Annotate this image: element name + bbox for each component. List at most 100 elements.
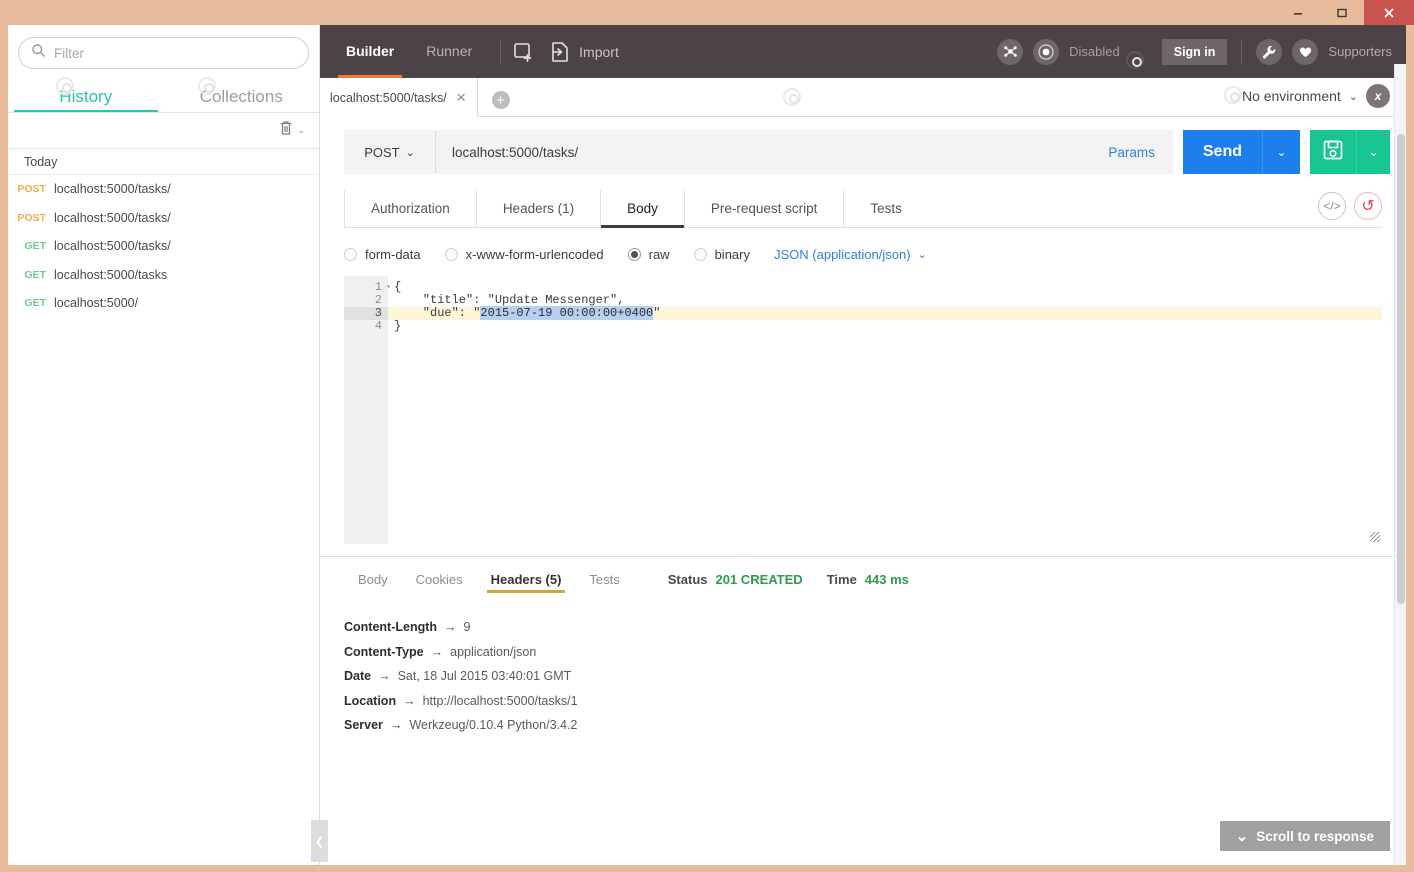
send-button[interactable]: Send	[1183, 143, 1262, 161]
supporters-label[interactable]: Supporters	[1328, 44, 1392, 59]
history-item[interactable]: POST localhost:5000/tasks/	[8, 204, 319, 233]
radio-icon	[444, 247, 458, 261]
header-row: Date → Sat, 18 Jul 2015 03:40:01 GMT	[344, 664, 1382, 689]
editor-gutter: 1 ▾ 2 3 4	[344, 276, 391, 544]
wrench-icon[interactable]	[1256, 38, 1283, 65]
header-row: Server → Werkzeug/0.10.4 Python/3.4.2	[344, 713, 1382, 738]
send-options-caret[interactable]: ⌄	[1262, 130, 1300, 174]
http-method-value: POST	[364, 144, 400, 160]
sync-status-label: Disabled	[1069, 44, 1120, 59]
response-tab-tests[interactable]: Tests	[575, 557, 633, 601]
sidebar-collapse-handle[interactable]: ❮	[311, 820, 328, 862]
tab-headers[interactable]: Headers (1)	[477, 190, 602, 227]
scrollbar-thumb[interactable]	[1397, 134, 1405, 604]
sidebar-tab-collections[interactable]: Collections	[164, 75, 320, 113]
vertical-scrollbar[interactable]	[1394, 64, 1406, 865]
radio-raw[interactable]: raw	[627, 247, 670, 262]
radio-binary[interactable]: binary	[693, 246, 750, 262]
heart-icon[interactable]	[1292, 38, 1319, 65]
line-number: 4	[374, 319, 382, 333]
ripple-decoration	[1125, 50, 1144, 69]
header-key: Location	[344, 693, 397, 708]
radio-x-www-form-urlencoded[interactable]: x-www-form-urlencoded	[444, 247, 604, 262]
arrow-icon: →	[378, 669, 391, 684]
http-method-select[interactable]: POST ⌄	[344, 130, 436, 174]
chevron-down-icon: ⌄	[917, 248, 927, 261]
history-item-method: GET	[24, 268, 46, 281]
minimize-button[interactable]	[1276, 0, 1320, 25]
radio-form-data[interactable]: form-data	[344, 247, 421, 262]
header-value: http://localhost:5000/tasks/1	[422, 693, 578, 708]
response-tab-body[interactable]: Body	[344, 557, 402, 601]
history-item-method: POST	[17, 211, 46, 224]
history-item-url: localhost:5000/	[54, 296, 139, 311]
request-tab[interactable]: localhost:5000/tasks/ ✕	[320, 78, 478, 117]
chevron-down-icon: ⌄	[1235, 828, 1249, 845]
chevron-down-icon[interactable]: ⌄	[297, 125, 305, 136]
mode-builder[interactable]: Builder	[330, 25, 410, 78]
mode-runner[interactable]: Runner	[410, 25, 488, 78]
undo-icon[interactable]: ↺	[1354, 192, 1382, 220]
response-tab-headers[interactable]: Headers (5)	[477, 557, 576, 601]
history-item[interactable]: GET localhost:5000/	[8, 289, 319, 318]
tab-authorization[interactable]: Authorization	[344, 190, 477, 227]
save-options-caret[interactable]: ⌄	[1356, 130, 1390, 174]
import-button[interactable]: Import	[549, 41, 619, 63]
settings-icon[interactable]	[997, 38, 1024, 65]
history-item-method: GET	[24, 297, 46, 310]
radio-label: binary	[714, 246, 750, 262]
send-button-group: Send ⌄	[1182, 130, 1300, 174]
search-icon	[31, 43, 46, 63]
url-row: POST ⌄ localhost:5000/tasks/ Params Send…	[320, 117, 1406, 174]
editor-resize-handle[interactable]	[1370, 532, 1380, 542]
request-tabstrip: localhost:5000/tasks/ ✕ + No environment…	[320, 78, 1406, 117]
arrow-icon: →	[389, 718, 403, 733]
code-icon[interactable]: </>	[1318, 192, 1346, 220]
request-tab-icons: </> ↺	[1318, 192, 1382, 220]
time-label: Time	[826, 571, 857, 587]
search-box[interactable]	[18, 37, 309, 69]
url-input[interactable]: localhost:5000/tasks/	[436, 145, 578, 160]
save-button-group: ⌄	[1310, 130, 1390, 174]
tab-pre-request-script[interactable]: Pre-request script	[685, 190, 845, 227]
save-button[interactable]	[1310, 139, 1356, 166]
history-item[interactable]: GET localhost:5000/tasks/	[8, 232, 319, 261]
signin-button[interactable]: Sign in	[1161, 38, 1228, 65]
maximize-button[interactable]	[1320, 0, 1364, 25]
sync-icon[interactable]	[1033, 38, 1060, 65]
trash-icon[interactable]	[278, 120, 294, 142]
environment-selector[interactable]: No environment ⌄ x	[1216, 84, 1390, 108]
new-tab-button[interactable]	[513, 41, 537, 63]
response-tabs-row: Body Cookies Headers (5) Tests Status 20…	[344, 557, 1382, 601]
header-value: 9	[463, 620, 471, 635]
sidebar-tab-history[interactable]: History	[8, 75, 164, 113]
close-icon[interactable]: ✕	[456, 90, 467, 106]
close-button[interactable]	[1364, 0, 1414, 25]
tab-body[interactable]: Body	[601, 190, 685, 228]
history-item[interactable]: POST localhost:5000/tasks/	[8, 175, 319, 204]
editor-code-area[interactable]: { "title": "Update Messenger", "due": "2…	[388, 276, 1382, 544]
app-window: History Collections ⌄	[0, 0, 1414, 872]
divider	[500, 38, 502, 65]
filter-container	[8, 25, 319, 75]
chevron-down-icon[interactable]: ⌄	[1349, 90, 1358, 103]
params-button[interactable]: Params	[1108, 145, 1173, 160]
radio-icon	[344, 247, 357, 261]
response-tab-cookies[interactable]: Cookies	[402, 557, 477, 601]
body-code-editor[interactable]: 1 ▾ 2 3 4 { "title": "Update Messenger",…	[344, 276, 1382, 544]
history-item[interactable]: GET localhost:5000/tasks	[8, 261, 319, 290]
sidebar-toolbar: ⌄	[8, 113, 319, 149]
history-item-method: POST	[17, 183, 46, 196]
content-type-select[interactable]: JSON (application/json) ⌄	[774, 247, 927, 262]
import-label: Import	[579, 43, 619, 60]
sidebar: History Collections ⌄	[8, 25, 328, 865]
header-row: Content-Type → application/json	[344, 640, 1382, 665]
tab-tests[interactable]: Tests	[844, 190, 928, 227]
code-text-selection[interactable]: 2015-07-19 00:00:00+0400	[480, 306, 654, 320]
eye-icon[interactable]: x	[1366, 84, 1390, 108]
search-input[interactable]	[54, 45, 296, 61]
new-request-tab-button[interactable]: +	[491, 91, 510, 109]
header-value: Werkzeug/0.10.4 Python/3.4.2	[409, 718, 578, 733]
new-window-icon	[513, 41, 537, 63]
scroll-to-response-button[interactable]: ⌄ Scroll to response	[1219, 821, 1390, 851]
